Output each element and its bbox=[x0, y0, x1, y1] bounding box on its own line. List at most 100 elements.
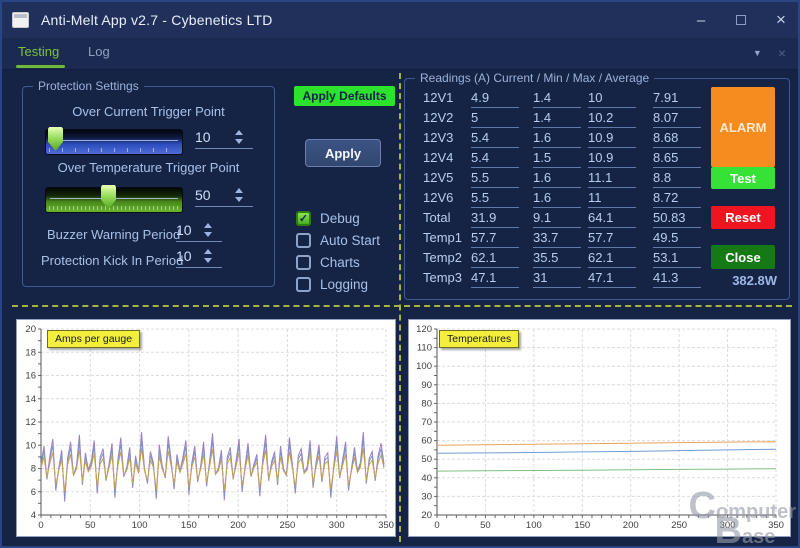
reading-cell: 8.72 bbox=[653, 190, 701, 208]
spin-down-icon[interactable] bbox=[204, 232, 212, 237]
svg-text:300: 300 bbox=[329, 520, 345, 531]
reading-cell: 57.7 bbox=[588, 230, 636, 248]
spin-down-icon[interactable] bbox=[204, 258, 212, 263]
svg-text:50: 50 bbox=[85, 520, 96, 531]
tab-log-label: Log bbox=[88, 44, 110, 59]
reading-cell: 8.68 bbox=[653, 130, 701, 148]
reading-cell: 1.5 bbox=[533, 150, 581, 168]
buzzer-period-spinner[interactable]: 10 bbox=[176, 222, 222, 242]
svg-text:100: 100 bbox=[526, 520, 542, 531]
svg-text:350: 350 bbox=[768, 520, 784, 531]
tab-testing[interactable]: Testing bbox=[18, 44, 59, 59]
checkbox-charts[interactable]: Charts bbox=[296, 251, 380, 273]
checkbox-label: Auto Start bbox=[320, 233, 380, 248]
svg-text:150: 150 bbox=[574, 520, 590, 531]
svg-text:350: 350 bbox=[378, 520, 394, 531]
checkbox-auto-start[interactable]: Auto Start bbox=[296, 229, 380, 251]
svg-text:80: 80 bbox=[421, 398, 432, 409]
reading-cell: 62.1 bbox=[471, 250, 519, 268]
svg-text:150: 150 bbox=[181, 520, 197, 531]
close-icon[interactable]: × bbox=[772, 11, 790, 29]
test-button[interactable]: Test bbox=[711, 167, 775, 189]
svg-text:90: 90 bbox=[421, 380, 432, 391]
over-current-slider[interactable] bbox=[45, 129, 183, 155]
buzzer-period-label: Buzzer Warning Period bbox=[47, 227, 180, 242]
options-checkbox-list: ✓Debug Auto Start ChartsLogging bbox=[296, 207, 380, 295]
checkbox-checked-icon[interactable]: ✓ bbox=[296, 211, 311, 226]
protection-settings-group: Protection Settings Over Current Trigger… bbox=[22, 86, 275, 287]
horizontal-splitter[interactable] bbox=[12, 305, 792, 307]
close-app-button[interactable]: Close bbox=[711, 245, 775, 269]
window-title: Anti-Melt App v2.7 - Cybenetics LTD bbox=[41, 12, 273, 28]
reading-cell: 10.2 bbox=[588, 110, 636, 128]
chart-title-badge: Amps per gauge bbox=[47, 330, 140, 348]
svg-text:14: 14 bbox=[25, 394, 36, 405]
svg-text:18: 18 bbox=[25, 347, 36, 358]
reading-cell: 62.1 bbox=[588, 250, 636, 268]
slider-track-line bbox=[50, 140, 178, 141]
over-temp-slider[interactable] bbox=[45, 187, 183, 213]
checkbox-unchecked-icon[interactable] bbox=[296, 255, 311, 270]
vertical-splitter[interactable] bbox=[399, 73, 401, 542]
checkbox-debug[interactable]: ✓Debug bbox=[296, 207, 380, 229]
svg-text:40: 40 bbox=[421, 473, 432, 484]
svg-text:0: 0 bbox=[38, 520, 43, 531]
reading-row-label: Total bbox=[423, 210, 469, 225]
maximize-box-glyph bbox=[736, 15, 746, 25]
svg-text:20: 20 bbox=[421, 510, 432, 521]
buzzer-period-value: 10 bbox=[176, 222, 202, 238]
temperatures-chart: 0501001502002503003502030405060708090100… bbox=[408, 319, 791, 537]
reading-cell: 10 bbox=[588, 90, 636, 108]
maximize-icon[interactable] bbox=[732, 11, 750, 29]
spin-down-icon[interactable] bbox=[235, 139, 243, 144]
spin-down-icon[interactable] bbox=[235, 197, 243, 202]
reading-cell: 4.9 bbox=[471, 90, 519, 108]
svg-text:4: 4 bbox=[31, 510, 36, 521]
tab-dropdown-icon[interactable]: ▼ bbox=[753, 48, 762, 58]
kickin-period-spinner[interactable]: 10 bbox=[176, 248, 222, 268]
tab-close-icon[interactable]: × bbox=[778, 45, 786, 61]
reading-cell: 53.1 bbox=[653, 250, 701, 268]
title-bar[interactable]: Anti-Melt App v2.7 - Cybenetics LTD – × bbox=[2, 2, 798, 38]
reading-row-label: Temp1 bbox=[423, 230, 469, 245]
reading-cell: 1.4 bbox=[533, 90, 581, 108]
tab-log[interactable]: Log bbox=[88, 44, 110, 59]
chart-canvas: 050100150200250300350468101214161820 bbox=[17, 320, 395, 536]
reading-cell: 47.1 bbox=[588, 270, 636, 288]
reset-button[interactable]: Reset bbox=[711, 206, 775, 229]
reading-cell: 5 bbox=[471, 110, 519, 128]
spin-up-icon[interactable] bbox=[204, 223, 212, 228]
reading-cell: 11 bbox=[588, 190, 636, 208]
svg-text:16: 16 bbox=[25, 371, 36, 382]
reading-cell: 41.3 bbox=[653, 270, 701, 288]
spin-up-icon[interactable] bbox=[204, 249, 212, 254]
reading-row-label: 12V3 bbox=[423, 130, 469, 145]
svg-text:10: 10 bbox=[25, 440, 36, 451]
apply-button[interactable]: Apply bbox=[305, 139, 381, 167]
reading-cell: 1.6 bbox=[533, 130, 581, 148]
checkbox-unchecked-icon[interactable] bbox=[296, 233, 311, 248]
reading-cell: 35.5 bbox=[533, 250, 581, 268]
kickin-period-value: 10 bbox=[176, 248, 202, 264]
checkbox-logging[interactable]: Logging bbox=[296, 273, 380, 295]
reading-cell: 64.1 bbox=[588, 210, 636, 228]
reading-cell: 8.07 bbox=[653, 110, 701, 128]
over-temp-spinner[interactable]: 50 bbox=[195, 187, 253, 207]
svg-text:300: 300 bbox=[720, 520, 736, 531]
over-current-spinner[interactable]: 10 bbox=[195, 129, 253, 149]
reading-cell: 33.7 bbox=[533, 230, 581, 248]
spin-up-icon[interactable] bbox=[235, 188, 243, 193]
reading-row-label: 12V5 bbox=[423, 170, 469, 185]
spin-up-icon[interactable] bbox=[235, 130, 243, 135]
reading-cell: 1.6 bbox=[533, 190, 581, 208]
svg-text:20: 20 bbox=[25, 324, 36, 335]
reading-cell: 9.1 bbox=[533, 210, 581, 228]
reading-cell: 49.5 bbox=[653, 230, 701, 248]
apply-defaults-button[interactable]: Apply Defaults bbox=[294, 86, 395, 106]
reading-cell: 1.6 bbox=[533, 170, 581, 188]
minimize-icon[interactable]: – bbox=[692, 11, 710, 29]
checkbox-unchecked-icon[interactable] bbox=[296, 277, 311, 292]
reading-cell: 8.65 bbox=[653, 150, 701, 168]
svg-text:100: 100 bbox=[132, 520, 148, 531]
alarm-button[interactable]: ALARM bbox=[711, 87, 775, 167]
